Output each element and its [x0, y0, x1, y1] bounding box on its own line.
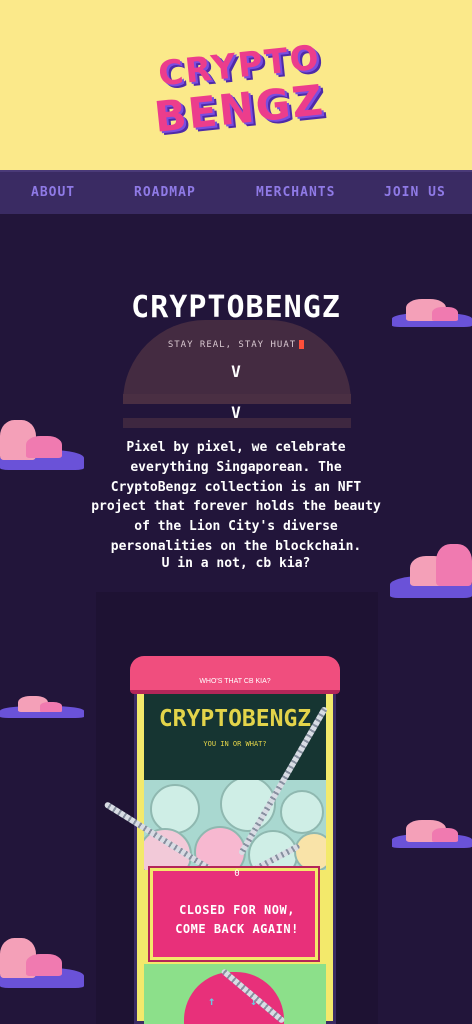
capsule-ball [150, 784, 200, 834]
nav-item-merchants[interactable]: MERCHANTS [256, 185, 335, 200]
closed-sign-text: CLOSED FOR NOW, COME BACK AGAIN! [153, 901, 321, 939]
sign-line1: CLOSED FOR NOW, [179, 903, 295, 917]
machine-screen-title: CRYPTOBENGZ [158, 706, 312, 732]
about-question: U in a not, cb kia? [161, 556, 311, 571]
machine-screen: CRYPTOBENGZ YOU IN OR WHAT? [144, 694, 326, 780]
sign-counter: 0 [234, 869, 240, 879]
closed-sign: 0 CLOSED FOR NOW, COME BACK AGAIN! [150, 868, 318, 960]
hero-tagline: STAY REAL, STAY HUAT [100, 340, 372, 350]
flag-icon [299, 340, 305, 349]
claw-machine: WHO'S THAT CB KIA? CRYPTOBENGZ YOU IN OR… [103, 656, 340, 1024]
hero-dome [123, 320, 351, 402]
cryptobengz-logo[interactable]: CRYPTO BENGZ [150, 38, 327, 142]
cloud-decoration [392, 295, 472, 331]
nav-item-roadmap[interactable]: ROADMAP [134, 185, 196, 200]
main-nav: ABOUT ROADMAP MERCHANTS JOIN US [0, 170, 472, 214]
hero-title: CRYPTOBENGZ [131, 290, 341, 325]
about-description: Pixel by pixel, we celebrate everything … [91, 440, 381, 554]
arrow-up-icon: ↑ [208, 994, 216, 1008]
cloud-decoration [0, 412, 84, 474]
cloud-decoration [390, 540, 472, 602]
tagline-text: STAY REAL, STAY HUAT [167, 340, 297, 350]
sign-line2: COME BACK AGAIN! [175, 922, 299, 936]
cloud-decoration [392, 816, 472, 850]
nav-item-join-us[interactable]: JOIN US [384, 185, 446, 200]
machine-top-label: WHO'S THAT CB KIA? [199, 678, 271, 685]
machine-glass [144, 780, 326, 870]
site-header: CRYPTO BENGZ [0, 0, 472, 170]
capsule-ball [280, 790, 324, 834]
cloud-decoration [0, 694, 84, 720]
scroll-chevron-icon[interactable]: V [100, 403, 372, 422]
scroll-chevron-icon[interactable]: V [100, 362, 372, 381]
machine-bottom: ↑ ↓ [144, 964, 326, 1024]
capsule-ball [294, 832, 326, 870]
cloud-decoration [0, 932, 84, 992]
nav-item-about[interactable]: ABOUT [31, 185, 75, 200]
machine-top: WHO'S THAT CB KIA? [130, 656, 340, 694]
